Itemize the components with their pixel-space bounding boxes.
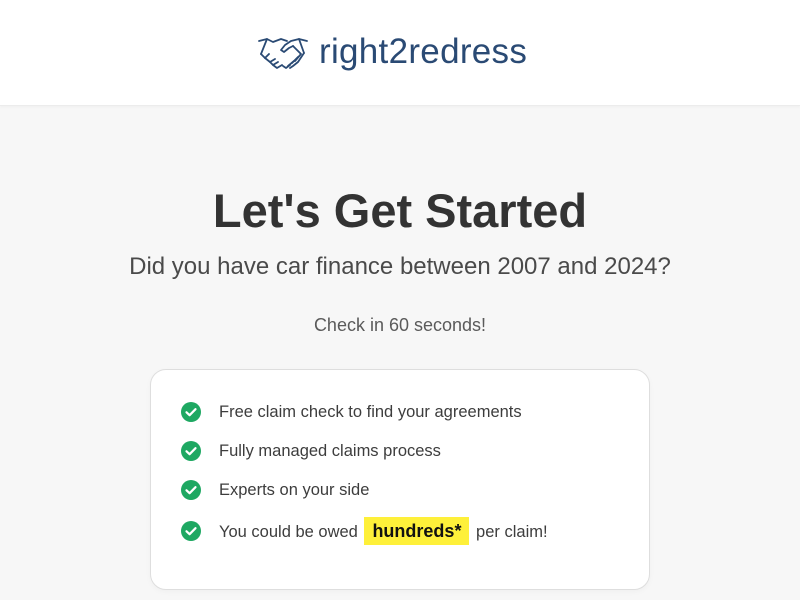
check-circle-icon xyxy=(181,480,201,500)
check-circle-icon xyxy=(181,402,201,422)
features-card: Free claim check to find your agreements… xyxy=(150,369,650,590)
check-time-note: Check in 60 seconds! xyxy=(313,315,487,335)
brand-logo[interactable]: right2redress xyxy=(257,30,527,74)
owed-highlight: hundreds* xyxy=(364,517,470,545)
check-circle-icon xyxy=(181,441,201,461)
feature-item: Free claim check to find your agreements xyxy=(181,398,522,426)
owed-suffix: per claim! xyxy=(476,523,548,541)
feature-item-owed: You could be owed hundreds* per claim! xyxy=(181,517,548,545)
feature-text: Experts on your side xyxy=(219,481,370,499)
feature-item: Experts on your side xyxy=(181,476,369,504)
site-header: right2redress xyxy=(0,0,800,106)
feature-text-owed: You could be owed hundreds* per claim! xyxy=(219,517,548,546)
owed-prefix: You could be owed xyxy=(219,523,358,541)
brand-name: right2redress xyxy=(319,32,528,71)
feature-item: Fully managed claims process xyxy=(181,437,441,465)
check-circle-icon xyxy=(181,521,201,541)
feature-text: Free claim check to find your agreements xyxy=(219,403,522,421)
handshake-icon xyxy=(258,38,308,69)
page-subtitle: Did you have car finance between 2007 an… xyxy=(129,253,671,280)
page-title: Let's Get Started xyxy=(212,184,588,237)
feature-text: Fully managed claims process xyxy=(219,442,441,460)
